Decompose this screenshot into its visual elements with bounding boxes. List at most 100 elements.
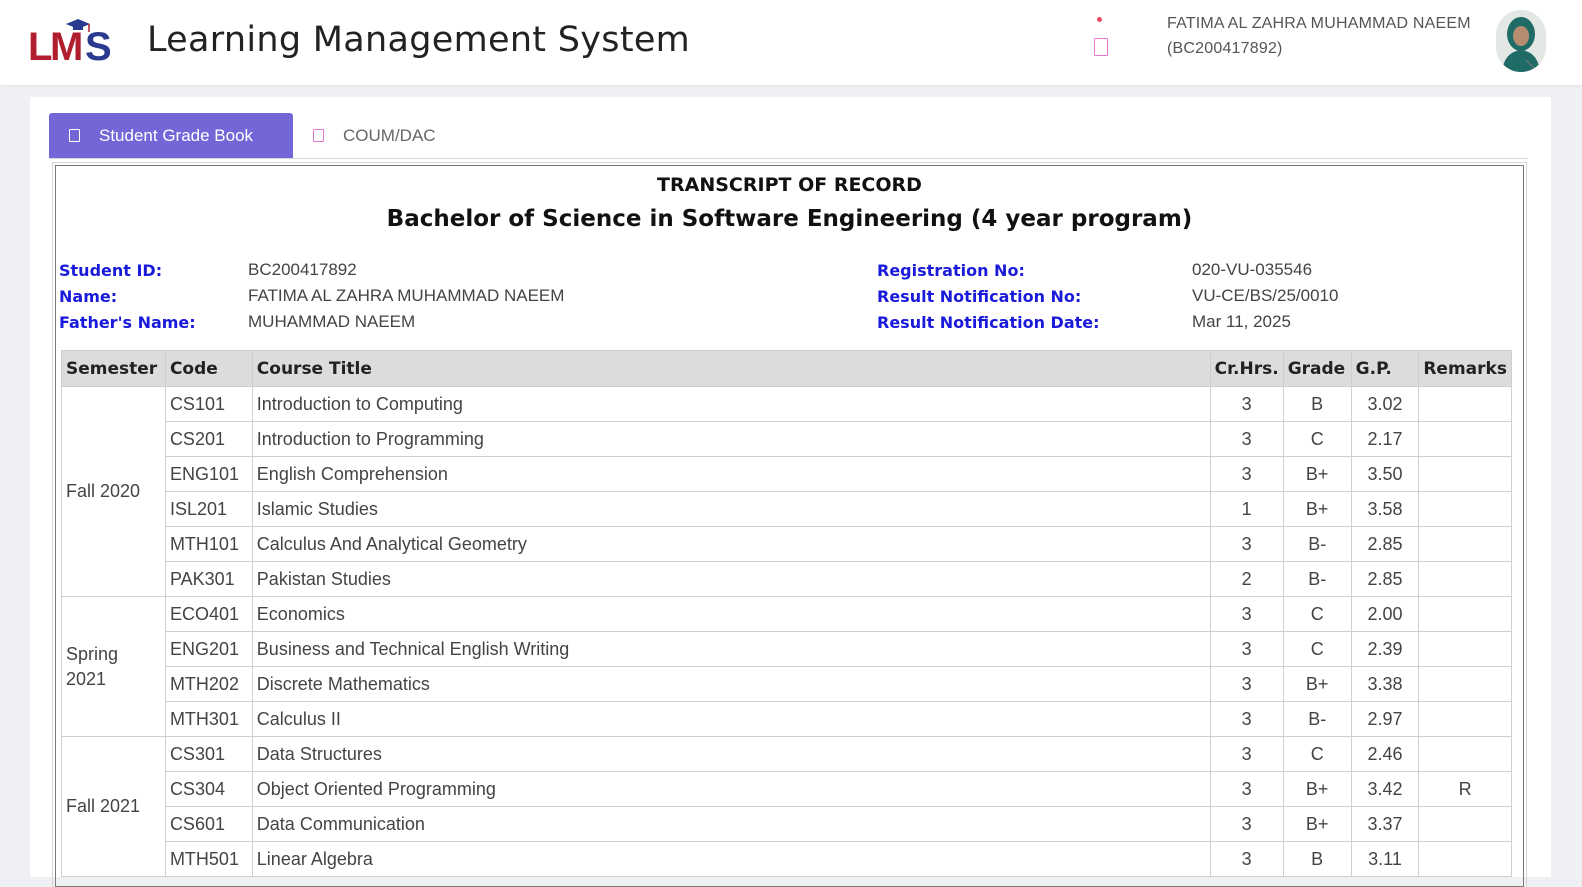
grade-points-cell: 2.00 (1350, 596, 1420, 632)
credit-hours-cell: 3 (1209, 806, 1284, 842)
grade-cell: C (1282, 736, 1352, 772)
app-title: Learning Management System (147, 20, 691, 60)
grade-points-cell: 3.42 (1350, 771, 1420, 807)
credit-hours-cell: 3 (1209, 596, 1284, 632)
course-title-cell: Islamic Studies (251, 491, 1211, 527)
gradebook-icon (69, 129, 80, 142)
course-code-cell: CS201 (164, 421, 253, 457)
transcript-frame: TRANSCRIPT OF RECORD Bachelor of Science… (52, 162, 1527, 887)
grade-cell: B+ (1282, 771, 1352, 807)
grade-cell: B (1282, 386, 1352, 422)
student-id-label: Student ID: (59, 261, 163, 280)
name-label: Name: (59, 287, 118, 306)
remarks-cell (1418, 666, 1512, 702)
header-grade: Grade (1282, 350, 1352, 387)
remarks-cell (1418, 631, 1512, 667)
grade-cell: C (1282, 631, 1352, 667)
registration-no-label: Registration No: (877, 261, 1025, 280)
credit-hours-cell: 3 (1209, 421, 1284, 457)
table-row: MTH202 Discrete Mathematics 3 B+ 3.38 (62, 666, 1512, 702)
table-row: MTH501 Linear Algebra 3 B 3.11 (62, 841, 1512, 877)
grade-points-cell: 2.85 (1350, 561, 1420, 597)
remarks-cell (1418, 736, 1512, 772)
lms-logo[interactable]: L M S (28, 16, 118, 66)
credit-hours-cell: 3 (1209, 771, 1284, 807)
remarks-cell (1418, 386, 1512, 422)
course-title-cell: Economics (251, 596, 1211, 632)
course-code-cell: MTH101 (164, 526, 253, 562)
course-title-cell: Introduction to Programming (251, 421, 1211, 457)
credit-hours-cell: 3 (1209, 841, 1284, 877)
svg-text:M: M (50, 25, 83, 66)
grade-cell: C (1282, 421, 1352, 457)
semester-cell: Fall 2020 (61, 386, 166, 597)
course-title-cell: Data Communication (251, 806, 1211, 842)
remarks-cell (1418, 701, 1512, 737)
course-code-cell: ENG101 (164, 456, 253, 492)
grade-points-cell: 3.50 (1350, 456, 1420, 492)
course-code-cell: CS304 (164, 771, 253, 807)
grade-points-cell: 3.37 (1350, 806, 1420, 842)
grade-cell: B+ (1282, 666, 1352, 702)
grades-body: Fall 2020 CS101 Introduction to Computing 3… (61, 386, 1512, 877)
table-row: ISL201 Islamic Studies 1 B+ 3.58 (62, 491, 1512, 527)
credit-hours-cell: 3 (1209, 666, 1284, 702)
course-title-cell: Introduction to Computing (251, 386, 1211, 422)
credit-hours-cell: 3 (1209, 631, 1284, 667)
tab-label: COUM/DAC (343, 125, 436, 145)
course-code-cell: ENG201 (164, 631, 253, 667)
result-notification-date-label: Result Notification Date: (877, 313, 1100, 332)
course-code-cell: MTH202 (164, 666, 253, 702)
course-code-cell: MTH501 (164, 841, 253, 877)
table-row: Fall 2020 CS101 Introduction to Computing 3… (61, 386, 1512, 597)
course-code-cell: ECO401 (164, 596, 253, 632)
table-row: ENG201 Business and Technical English Wri… (62, 631, 1512, 667)
table-row: Spring 2021 ECO401 Economics 3 C 2.00 (61, 596, 1512, 737)
grade-points-cell: 2.39 (1350, 631, 1420, 667)
course-title-cell: Calculus And Analytical Geometry (251, 526, 1211, 562)
document-icon (313, 129, 324, 142)
table-row: MTH101 Calculus And Analytical Geometry 3 B… (62, 526, 1512, 562)
grade-cell: B- (1282, 526, 1352, 562)
avatar[interactable] (1496, 10, 1546, 72)
credit-hours-cell: 3 (1209, 701, 1284, 737)
course-title-cell: Calculus II (251, 701, 1211, 737)
course-title-cell: Discrete Mathematics (251, 666, 1211, 702)
credit-hours-cell: 3 (1209, 386, 1284, 422)
grade-cell: B- (1282, 701, 1352, 737)
grade-cell: B+ (1282, 491, 1352, 527)
student-id-value: BC200417892 (248, 260, 357, 279)
course-title-cell: Data Structures (251, 736, 1211, 772)
grade-points-cell: 2.97 (1350, 701, 1420, 737)
course-code-cell: MTH301 (164, 701, 253, 737)
grade-cell: C (1282, 596, 1352, 632)
header-semester: Semester (61, 350, 166, 387)
registration-no-value: 020-VU-035546 (1192, 260, 1313, 279)
grade-cell: B+ (1282, 456, 1352, 492)
grade-points-cell: 3.38 (1350, 666, 1420, 702)
course-code-cell: CS301 (164, 736, 253, 772)
course-title-cell: Object Oriented Programming (251, 771, 1211, 807)
grade-cell: B (1282, 841, 1352, 877)
course-title-cell: English Comprehension (251, 456, 1211, 492)
table-row: CS201 Introduction to Programming 3 C 2.17 (62, 421, 1512, 457)
main-card: Student Grade Book COUM/DAC TRANSCRIPT O… (30, 97, 1551, 887)
table-row: ENG101 English Comprehension 3 B+ 3.50 (62, 456, 1512, 492)
credit-hours-cell: 2 (1209, 561, 1284, 597)
tab-coum-dac[interactable]: COUM/DAC (293, 113, 453, 158)
program-title: Bachelor of Science in Software Engineer… (386, 206, 1193, 232)
tab-student-grade-book[interactable]: Student Grade Book (49, 113, 293, 158)
course-title-cell: Pakistan Studies (251, 561, 1211, 597)
remarks-cell: R (1418, 771, 1512, 807)
course-title-cell: Business and Technical English Writing (251, 631, 1211, 667)
semester-cell: Spring 2021 (61, 596, 166, 737)
user-name[interactable]: FATIMA AL ZAHRA MUHAMMAD NAEEM (1167, 15, 1471, 33)
header-grade-points: G.P. (1350, 350, 1420, 387)
transcript-title: TRANSCRIPT OF RECORD (657, 174, 922, 196)
grade-points-cell: 3.11 (1350, 841, 1420, 877)
user-id: (BC200417892) (1167, 40, 1283, 57)
remarks-cell (1418, 561, 1512, 597)
course-code-cell: ISL201 (164, 491, 253, 527)
notification-icon[interactable] (1094, 38, 1108, 56)
course-title-cell: Linear Algebra (251, 841, 1211, 877)
